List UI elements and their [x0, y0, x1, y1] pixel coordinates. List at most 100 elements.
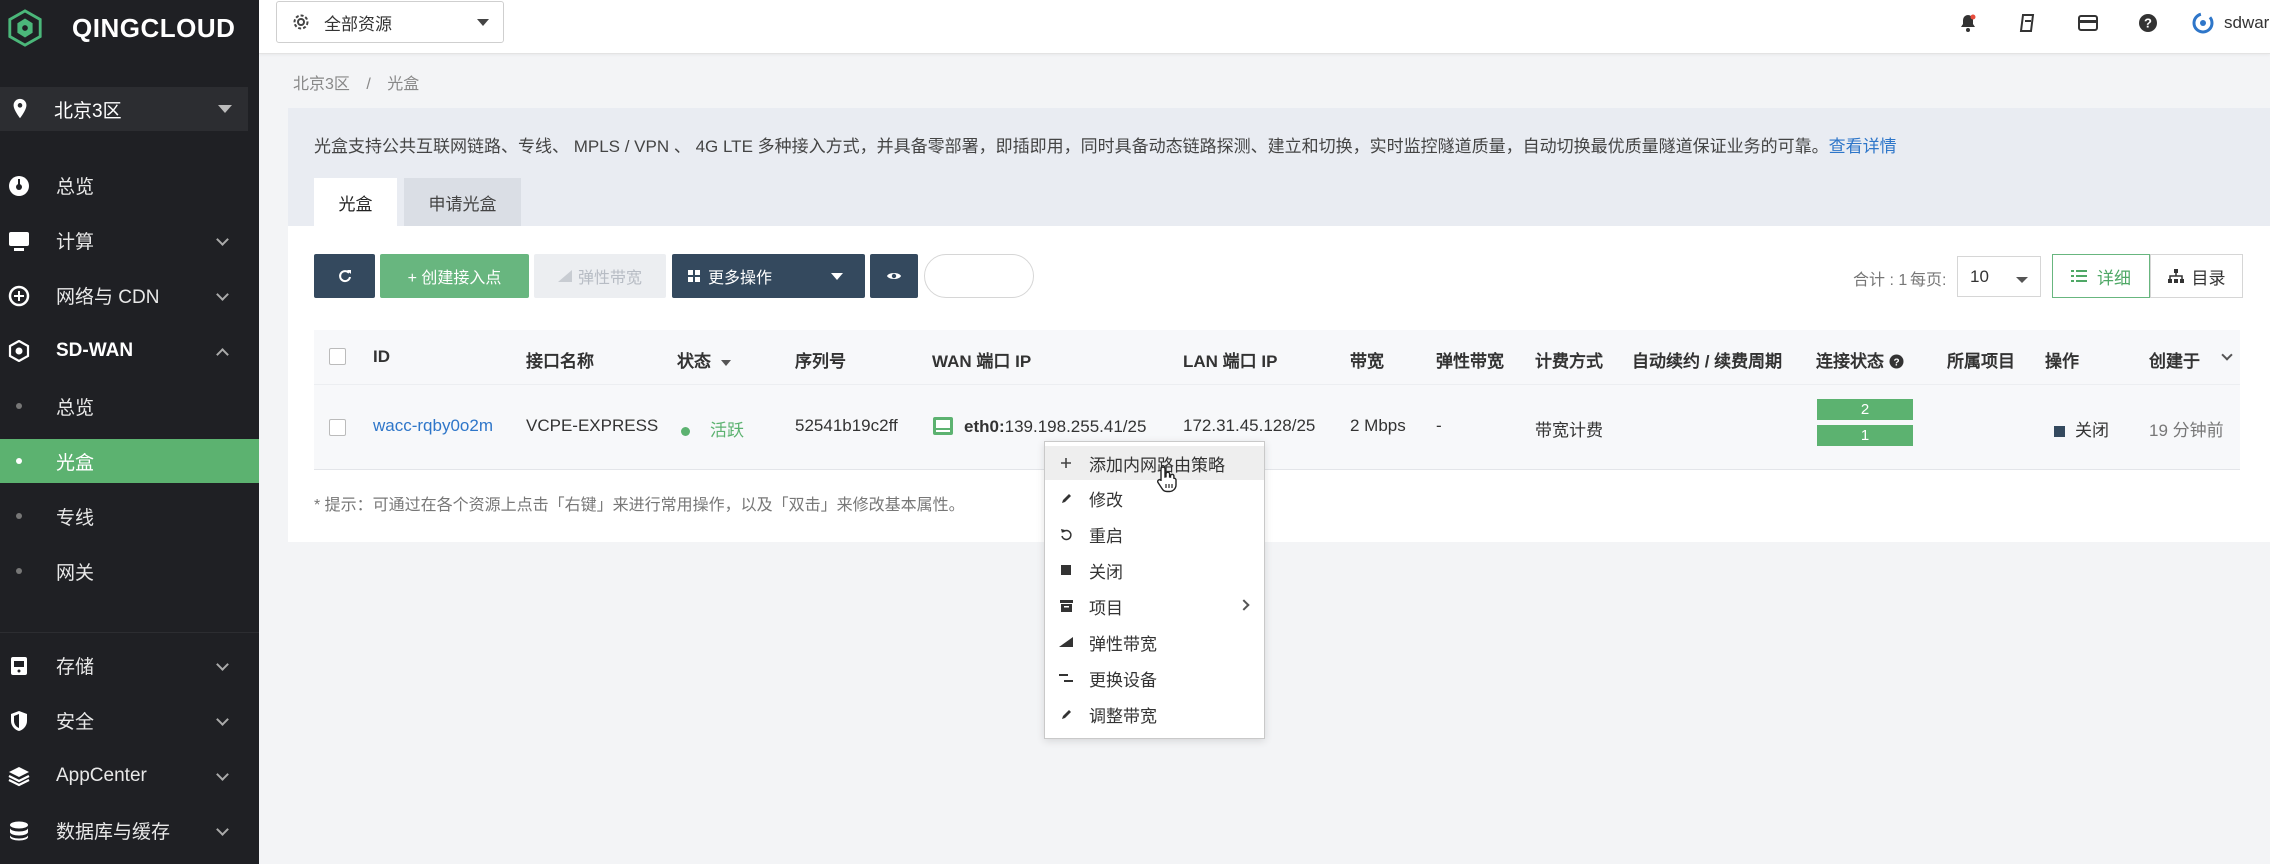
- info-banner: 光盒支持公共互联网链路、专线、 MPLS / VPN 、 4G LTE 多种接入…: [288, 108, 2270, 226]
- status-header-label: 状态: [677, 352, 711, 371]
- refresh-icon: [338, 270, 351, 283]
- elastic-bandwidth-button[interactable]: 弹性带宽: [534, 254, 666, 298]
- sidebar-item-sdwan[interactable]: SD-WAN: [0, 323, 259, 378]
- view-directory-label: 目录: [2191, 268, 2226, 288]
- menu-item-replace-device[interactable]: 更换设备: [1045, 661, 1264, 695]
- per-page-select[interactable]: 10: [1957, 256, 2041, 297]
- menu-item-label: 项目: [1089, 598, 1123, 618]
- bell-icon[interactable]: [1957, 12, 1979, 34]
- refresh-button[interactable]: [314, 254, 375, 298]
- user-menu[interactable]: sdwar: [2192, 12, 2269, 34]
- create-access-point-button[interactable]: + 创建接入点: [380, 254, 529, 298]
- sidebar-subitem-overview[interactable]: 总览: [0, 384, 259, 428]
- sidebar-item-storage[interactable]: 存储: [0, 638, 259, 693]
- chevron-down-icon: [2016, 277, 2028, 283]
- chevron-down-icon: [216, 768, 229, 781]
- column-header-status[interactable]: 状态: [677, 347, 731, 372]
- column-header-billing[interactable]: 计费方式: [1535, 347, 1603, 372]
- search-input[interactable]: [924, 254, 1034, 298]
- chart-icon: [1059, 635, 1073, 649]
- column-header-actions[interactable]: 操作: [2045, 347, 2079, 372]
- sidebar-item-overview[interactable]: 总览: [0, 158, 259, 213]
- view-directory-button[interactable]: 目录: [2150, 254, 2243, 298]
- sidebar-item-network[interactable]: 网络与 CDN: [0, 268, 259, 323]
- stop-icon: [2054, 426, 2065, 438]
- logo[interactable]: QINGCLOUD: [0, 0, 259, 56]
- row-checkbox[interactable]: [329, 419, 346, 436]
- card-icon[interactable]: [2077, 12, 2099, 34]
- eye-icon: [887, 273, 901, 279]
- hand-cursor-icon: [1156, 466, 1177, 493]
- sidebar-item-database[interactable]: 数据库与缓存: [0, 803, 259, 858]
- brand-name: QINGCLOUD: [72, 12, 236, 43]
- breadcrumb-region[interactable]: 北京3区: [293, 76, 350, 93]
- column-header-id[interactable]: ID: [373, 347, 390, 367]
- table-row[interactable]: wacc-rqby0o2m VCPE-EXPRESS 活跃 52541b19c2…: [314, 384, 2240, 470]
- breadcrumb-current: 光盒: [387, 76, 420, 93]
- column-header-bandwidth[interactable]: 带宽: [1350, 347, 1384, 372]
- ticket-icon[interactable]: [2017, 12, 2039, 34]
- row-created: 19 分钟前: [2149, 421, 2224, 440]
- tab-lightbox[interactable]: 光盒: [314, 178, 397, 226]
- toggle-columns-button[interactable]: [870, 254, 918, 298]
- resource-select-value: 全部资源: [324, 14, 392, 34]
- sidebar-item-label: 存储: [56, 657, 95, 678]
- chevron-down-icon[interactable]: [2221, 349, 2233, 361]
- chevron-down-icon: [216, 233, 229, 246]
- menu-item-shutdown[interactable]: 关闭: [1045, 553, 1264, 587]
- menu-item-project[interactable]: 项目: [1045, 589, 1264, 623]
- svg-text:?: ?: [1893, 358, 1899, 369]
- row-id-link[interactable]: wacc-rqby0o2m: [373, 416, 493, 436]
- column-header-project[interactable]: 所属项目: [1947, 347, 2015, 372]
- view-details-link[interactable]: 查看详情: [1829, 137, 1897, 156]
- menu-item-label: 更换设备: [1089, 670, 1157, 690]
- row-close-action[interactable]: 关闭: [2054, 416, 2109, 441]
- more-actions-button[interactable]: 更多操作: [672, 254, 865, 298]
- column-header-lan-ip[interactable]: LAN 端口 IP: [1183, 347, 1277, 372]
- total-count: 合计 : 1: [1853, 272, 1908, 289]
- sidebar-item-label: SD-WAN: [56, 339, 134, 361]
- sidebar-item-label: 计算: [56, 232, 95, 253]
- column-header-created[interactable]: 创建于: [2149, 347, 2200, 372]
- row-status-label: 活跃: [710, 421, 744, 440]
- column-header-connection[interactable]: 连接状态?: [1816, 347, 1904, 372]
- per-page-value: 10: [1970, 266, 1989, 286]
- sidebar-subitem-leased-line[interactable]: 专线: [0, 494, 259, 538]
- plus-icon: [1059, 456, 1073, 470]
- stop-icon: [1059, 563, 1073, 577]
- help-icon[interactable]: ?: [2137, 12, 2159, 34]
- resource-select[interactable]: 全部资源: [276, 1, 504, 43]
- network-port-icon: [933, 417, 953, 435]
- tab-apply-lightbox[interactable]: 申请光盒: [404, 178, 521, 226]
- row-serial: 52541b19c2ff: [795, 416, 898, 435]
- location-pin-icon: [13, 98, 27, 119]
- dashboard-icon: [8, 175, 30, 197]
- wan-ip-value: 139.198.255.41/25: [1004, 417, 1147, 436]
- view-detail-button[interactable]: 详细: [2052, 254, 2150, 298]
- select-all-checkbox[interactable]: [329, 348, 346, 365]
- menu-item-label: 重启: [1089, 526, 1123, 546]
- menu-item-adjust-bandwidth[interactable]: 调整带宽: [1045, 697, 1264, 731]
- row-lan-ip: 172.31.45.128/25: [1183, 416, 1316, 435]
- sidebar-item-compute[interactable]: 计算: [0, 213, 259, 268]
- column-header-name[interactable]: 接口名称: [526, 347, 594, 372]
- sidebar: QINGCLOUD 北京3区 总览 计算 网络与 CDN SD-WAN 总览 光…: [0, 0, 259, 864]
- column-header-renewal[interactable]: 自动续约 / 续费周期: [1632, 347, 1782, 372]
- column-header-elastic[interactable]: 弹性带宽: [1436, 347, 1504, 372]
- sidebar-item-appcenter[interactable]: AppCenter: [0, 748, 259, 803]
- menu-item-restart[interactable]: 重启: [1045, 517, 1264, 551]
- breadcrumb-separator: /: [366, 76, 371, 93]
- region-selector[interactable]: 北京3区: [0, 87, 248, 131]
- column-header-serial[interactable]: 序列号: [795, 347, 846, 372]
- sidebar-subitem-gateway[interactable]: 网关: [0, 549, 259, 593]
- sidebar-subitem-label: 网关: [56, 562, 95, 584]
- status-dot-icon: [681, 427, 690, 437]
- sidebar-item-security[interactable]: 安全: [0, 693, 259, 748]
- sidebar-subitem-label: 光盒: [56, 452, 95, 474]
- column-header-wan-ip[interactable]: WAN 端口 IP: [932, 347, 1031, 372]
- menu-item-elastic-bandwidth[interactable]: 弹性带宽: [1045, 625, 1264, 659]
- sidebar-subitem-lightbox[interactable]: 光盒: [0, 439, 259, 483]
- menu-item-label: 调整带宽: [1089, 706, 1157, 726]
- svg-text:?: ?: [2144, 16, 2152, 31]
- appcenter-icon: [8, 765, 30, 787]
